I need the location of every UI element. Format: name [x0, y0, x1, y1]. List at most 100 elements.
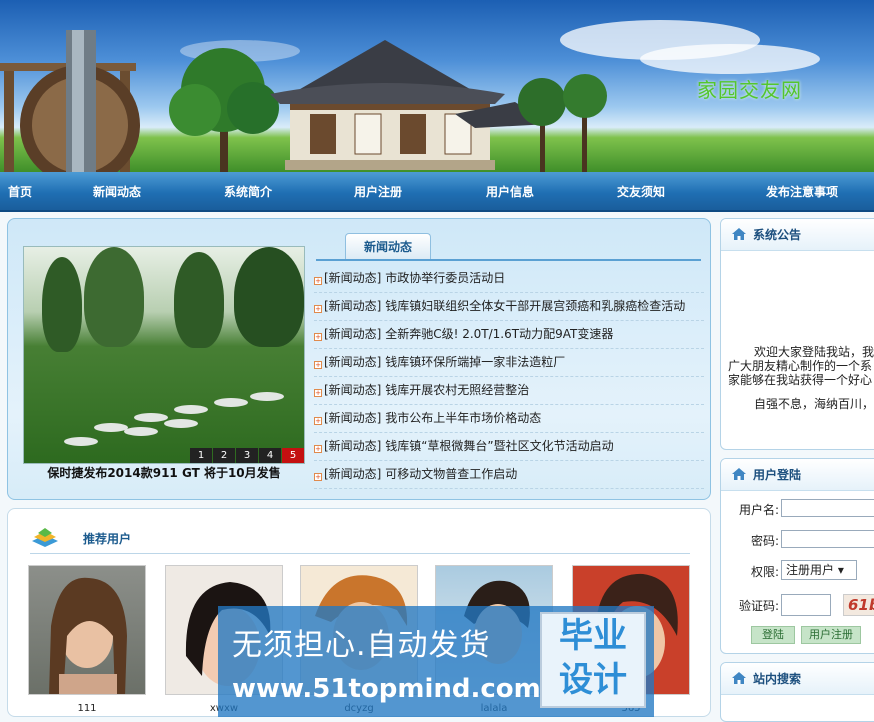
news-tag: [新闻动态] [324, 271, 382, 285]
cloud-decoration [640, 44, 820, 74]
user-photo-image [49, 577, 127, 694]
nav-posting-notes[interactable]: 发布注意事项 [766, 183, 838, 200]
news-item[interactable]: + [新闻动态] 钱库镇“草根微舞台”暨社区文化节活动启动 [314, 433, 704, 461]
nav-user-info[interactable]: 用户信息 [486, 183, 534, 200]
news-tag: [新闻动态] [324, 299, 382, 313]
nav-register[interactable]: 用户注册 [354, 183, 402, 200]
news-title[interactable]: 钱库镇环保所端掉一家非法造粒厂 [385, 355, 565, 369]
nav-dating-guide[interactable]: 交友须知 [617, 183, 665, 200]
nav-news[interactable]: 新闻动态 [93, 183, 141, 200]
news-item[interactable]: + [新闻动态] 钱库镇妇联组织全体女干部开展宫颈癌和乳腺癌检查活动 [314, 293, 704, 321]
slide-stone [174, 405, 208, 414]
role-select[interactable]: 注册用户 ▾ [781, 560, 857, 580]
slide-page-4[interactable]: 4 [259, 448, 281, 463]
captcha-label: 验证码: [738, 599, 779, 613]
search-title: 站内搜索 [753, 672, 802, 686]
slide-tree [42, 257, 82, 352]
role-label: 权限: [750, 565, 779, 579]
home-icon [732, 468, 746, 480]
tree-image [518, 74, 607, 172]
slide-page-1[interactable]: 1 [190, 448, 212, 463]
watermark-url: www.51topmind.com [232, 674, 541, 704]
site-search-box: 站内搜索 [720, 662, 874, 722]
chevron-down-icon: ▾ [837, 563, 844, 577]
slide-stone [134, 413, 168, 422]
news-item[interactable]: + [新闻动态] 可移动文物普查工作启动 [314, 461, 704, 489]
register-button[interactable]: 用户注册 [801, 626, 861, 644]
slide-caption[interactable]: 保时捷发布2014款911 GT 将于10月发售 [23, 464, 305, 481]
slide-pagination: 1 2 3 4 5 [189, 448, 304, 463]
slide-stone [64, 437, 98, 446]
password-label: 密码: [750, 534, 779, 548]
captcha-image[interactable]: 61b [843, 594, 874, 616]
news-title[interactable]: 市政协举行委员活动日 [385, 271, 505, 285]
news-title[interactable]: 我市公布上半年市场价格动态 [385, 411, 541, 425]
login-box: 用户登陆 用户名: 密码: 权限: 注册用户 ▾ 验证码: 61b 登陆 用户注… [720, 458, 874, 654]
main-nav: 首页 新闻动态 系统简介 用户注册 用户信息 交友须知 发布注意事项 [0, 172, 874, 212]
plus-bullet-icon: + [314, 361, 322, 369]
news-tab-underline [316, 259, 701, 261]
login-title: 用户登陆 [753, 468, 802, 482]
announcement-text: 欢迎大家登陆我站，我 广大朋友精心制作的一个系 家能够在我站获得一个好心 自强不… [728, 345, 874, 411]
nav-system-intro[interactable]: 系统简介 [224, 183, 272, 200]
news-title[interactable]: 钱库镇“草根微舞台”暨社区文化节活动启动 [385, 439, 613, 453]
user-avatar[interactable] [28, 565, 146, 695]
password-input[interactable] [781, 530, 874, 548]
login-button[interactable]: 登陆 [751, 626, 795, 644]
news-title[interactable]: 钱库镇妇联组织全体女干部开展宫颈癌和乳腺癌检查活动 [385, 299, 685, 313]
slide-stone [94, 423, 128, 432]
search-header: 站内搜索 [721, 663, 874, 695]
slide-stone [250, 392, 284, 401]
watermark-overlay: 无须担心.自动发货 www.51topmind.com 毕业 设计 [218, 606, 654, 717]
news-list: + [新闻动态] 市政协举行委员活动日 + [新闻动态] 钱库镇妇联组织全体女干部开… [314, 265, 704, 489]
news-item[interactable]: + [新闻动态] 钱库镇环保所端掉一家非法造粒厂 [314, 349, 704, 377]
site-title: 家园交友网 [697, 78, 802, 102]
news-title[interactable]: 全新奔驰C级! 2.0T/1.6T动力配9AT变速器 [385, 327, 613, 341]
announcement-box: 系统公告 欢迎大家登陆我站，我 广大朋友精心制作的一个系 家能够在我站获得一个好… [720, 218, 874, 450]
recommended-users-title: 推荐用户 [83, 532, 132, 546]
login-header: 用户登陆 [721, 459, 874, 491]
news-tag: [新闻动态] [324, 411, 382, 425]
nav-home[interactable]: 首页 [8, 183, 32, 200]
plus-bullet-icon: + [314, 389, 322, 397]
plus-bullet-icon: + [314, 333, 322, 341]
news-item[interactable]: + [新闻动态] 市政协举行委员活动日 [314, 265, 704, 293]
news-title[interactable]: 可移动文物普查工作启动 [385, 467, 517, 481]
plus-bullet-icon: + [314, 445, 322, 453]
username-label: 用户名: [738, 503, 779, 517]
announcement-title: 系统公告 [753, 228, 802, 242]
user-card[interactable]: 111 [28, 565, 146, 714]
role-value: 注册用户 [786, 563, 835, 577]
users-group-icon [32, 528, 58, 547]
section-divider [30, 553, 690, 554]
news-item[interactable]: + [新闻动态] 我市公布上半年市场价格动态 [314, 405, 704, 433]
slide-stone [214, 398, 248, 407]
slide-page-5[interactable]: 5 [282, 448, 304, 463]
slide-page-3[interactable]: 3 [236, 448, 258, 463]
slide-page-2[interactable]: 2 [213, 448, 235, 463]
slideshow[interactable]: 1 2 3 4 5 [23, 246, 305, 464]
username-input[interactable] [781, 499, 874, 517]
slide-tree [174, 252, 224, 348]
home-icon [732, 228, 746, 240]
plus-bullet-icon: + [314, 277, 322, 285]
news-title[interactable]: 钱库开展农村无照经营整治 [385, 383, 529, 397]
announcement-line: 广大朋友精心制作的一个系 [728, 359, 873, 373]
news-item[interactable]: + [新闻动态] 全新奔驰C级! 2.0T/1.6T动力配9AT变速器 [314, 321, 704, 349]
announcement-line: 欢迎大家登陆我站，我 [754, 345, 874, 359]
slide-tree [84, 247, 144, 347]
news-item[interactable]: + [新闻动态] 钱库开展农村无照经营整治 [314, 377, 704, 405]
tab-news[interactable]: 新闻动态 [345, 233, 431, 259]
watermark-badge-line: 设计 [559, 660, 627, 700]
news-tag: [新闻动态] [324, 439, 382, 453]
slide-stone [124, 427, 158, 436]
home-icon [732, 672, 746, 684]
captcha-input[interactable] [781, 594, 831, 616]
user-name[interactable]: 111 [28, 703, 146, 714]
watermark-slogan: 无须担心.自动发货 [232, 628, 491, 663]
news-tag: [新闻动态] [324, 327, 382, 341]
slide-tree [234, 247, 304, 347]
news-tag: [新闻动态] [324, 383, 382, 397]
announcement-line: 家能够在我站获得一个好心 [728, 373, 873, 387]
watermark-badge: 毕业 设计 [540, 612, 646, 708]
